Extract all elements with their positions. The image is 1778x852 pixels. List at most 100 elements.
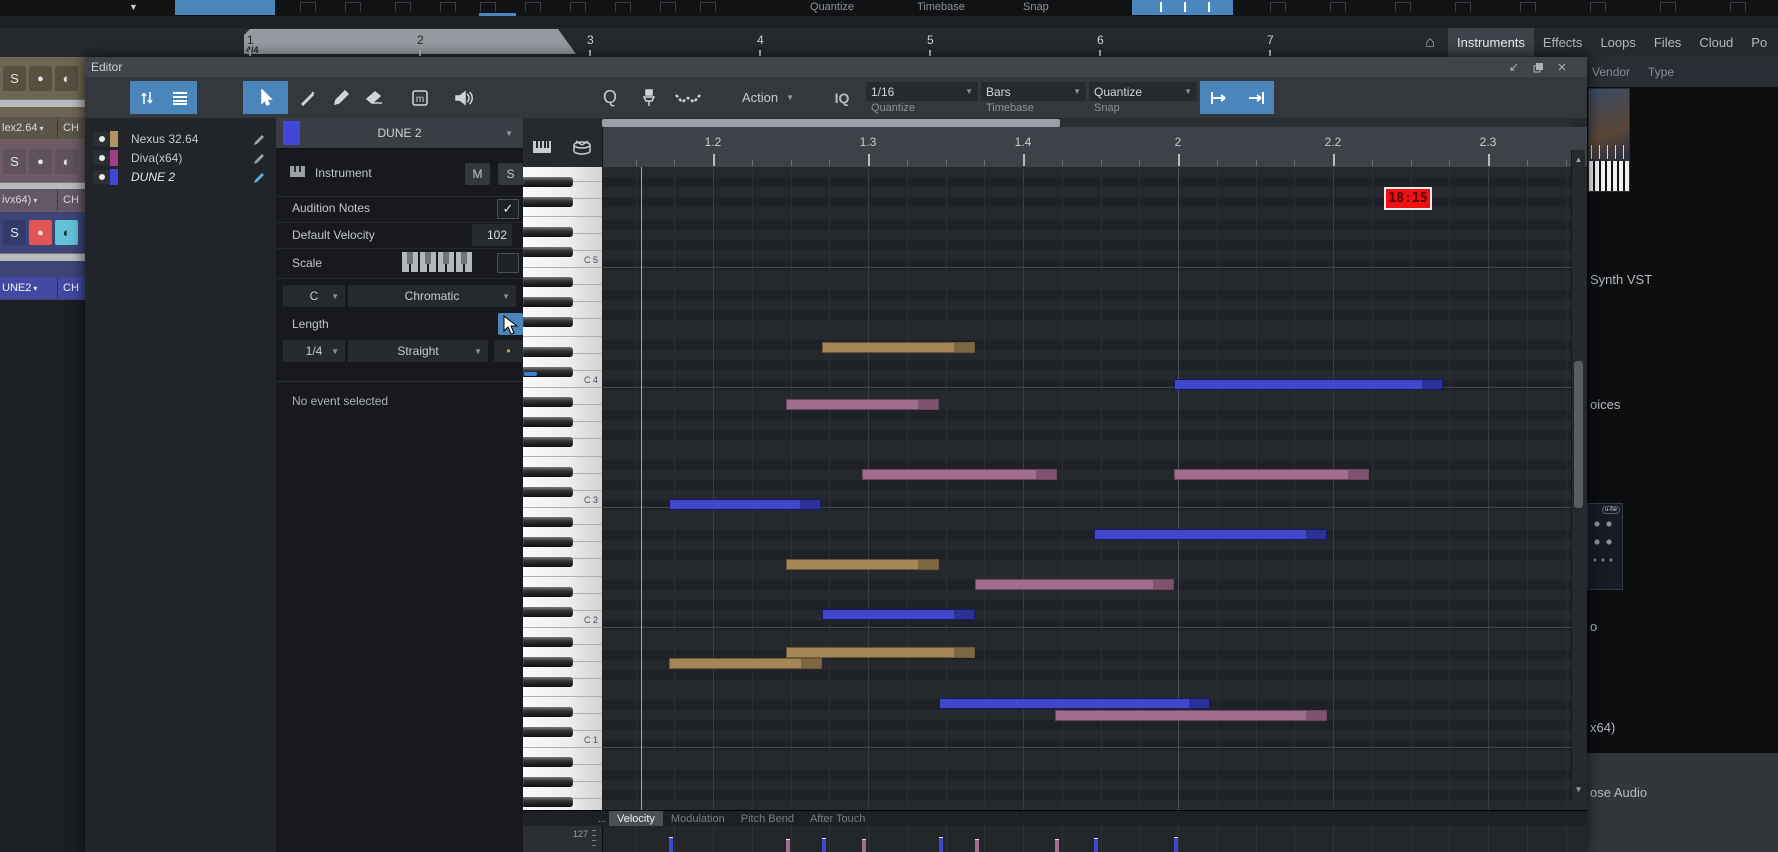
browser-item-text[interactable]: Synth VST	[1590, 272, 1652, 287]
action-menu[interactable]: Action ▼	[733, 81, 803, 114]
midi-note[interactable]	[939, 698, 1210, 709]
velocity-bar[interactable]	[975, 839, 979, 852]
browser-item-text[interactable]: x64)	[1590, 720, 1615, 735]
macro-tool-icon[interactable]	[637, 81, 661, 114]
black-key[interactable]	[523, 317, 573, 327]
black-key[interactable]	[523, 607, 573, 617]
instrument-selector[interactable]: DUNE 2 ▼	[276, 118, 523, 149]
mute-tool-button[interactable]: m	[400, 81, 440, 114]
keyboard-view-icon[interactable]	[533, 141, 552, 153]
track-visible-toggle[interactable]	[93, 132, 110, 146]
default-velocity-value[interactable]: 102	[472, 224, 512, 246]
track-name-row[interactable]: ivx64) ▾ CH	[0, 189, 85, 211]
velocity-bar[interactable]	[939, 837, 943, 852]
black-key[interactable]	[523, 417, 573, 427]
velocity-bar[interactable]	[786, 839, 790, 852]
midi-note[interactable]	[822, 609, 975, 620]
lane-more-button[interactable]: ...	[595, 811, 609, 827]
track-visible-toggle[interactable]	[93, 170, 110, 184]
black-key[interactable]	[523, 467, 573, 477]
length-value-dropdown[interactable]: 1/4 ▼	[283, 340, 345, 362]
scroll-down-icon[interactable]: ▼	[1572, 782, 1585, 796]
browser-tab-cloud[interactable]: Cloud	[1690, 28, 1742, 57]
black-key[interactable]	[523, 537, 573, 547]
scroll-up-icon[interactable]: ▲	[1572, 152, 1585, 166]
monitor-button[interactable]: ◐	[55, 149, 78, 174]
velocity-bar[interactable]	[862, 839, 866, 852]
browser-tab-files[interactable]: Files	[1645, 28, 1690, 57]
black-key[interactable]	[523, 487, 573, 497]
hscrollbar-thumb[interactable]	[602, 119, 1060, 127]
black-key[interactable]	[523, 677, 573, 687]
midi-note[interactable]	[786, 399, 939, 410]
velocity-bar[interactable]	[822, 838, 826, 852]
velocity-bar[interactable]	[669, 837, 673, 852]
solo-button[interactable]: S	[3, 220, 26, 245]
track-fader-strip[interactable]	[0, 99, 85, 107]
select-tool-button[interactable]	[243, 81, 288, 114]
scale-type-dropdown[interactable]: Chromatic ▼	[348, 285, 516, 307]
detach-icon[interactable]: ↙	[1505, 59, 1523, 75]
solo-button[interactable]: S	[3, 149, 26, 174]
black-key[interactable]	[523, 197, 573, 207]
lane-tab-after-touch[interactable]: After Touch	[802, 811, 873, 827]
root-note-dropdown[interactable]: C ▼	[283, 285, 345, 307]
timebase-dropdown[interactable]: Bars ▼	[981, 82, 1086, 101]
browser-item-text[interactable]: oices	[1590, 397, 1620, 412]
piano-roll-vscrollbar[interactable]: ▲ ▼	[1571, 150, 1585, 800]
arrangement-part-capsule[interactable]	[244, 29, 576, 54]
plugin-thumbnail[interactable]: u-he	[1587, 503, 1623, 590]
velocity-bar[interactable]	[1174, 837, 1178, 852]
black-key[interactable]	[523, 707, 573, 717]
record-arm-button[interactable]: ●	[29, 149, 52, 174]
type-column-header[interactable]: Type	[1648, 65, 1674, 79]
midi-note[interactable]	[786, 647, 975, 658]
editor-track-row[interactable]: Nexus 32.64	[85, 130, 276, 149]
snap-mode-dropdown[interactable]: Quantize ▼	[1089, 82, 1197, 101]
midi-note[interactable]	[669, 658, 822, 669]
midi-note[interactable]	[786, 559, 939, 570]
midi-note[interactable]	[1094, 529, 1327, 540]
midi-note[interactable]	[822, 342, 975, 353]
midi-note[interactable]	[1174, 469, 1369, 480]
black-key[interactable]	[523, 397, 573, 407]
instrument-thumbnail[interactable]	[1588, 88, 1630, 192]
editor-title-bar[interactable]: Editor ↙ ×	[85, 57, 1587, 77]
monitor-button[interactable]: ◐	[55, 66, 78, 91]
curve-tool-icon[interactable]	[670, 81, 706, 114]
vendor-column-header[interactable]: Vendor	[1592, 65, 1630, 79]
vscrollbar-thumb[interactable]	[1574, 361, 1583, 508]
track-fader-strip[interactable]	[0, 253, 85, 261]
lane-tab-velocity[interactable]: Velocity	[609, 811, 663, 827]
velocity-lane[interactable]: 127	[523, 826, 1587, 852]
dropdown-caret-icon[interactable]: ▼	[129, 2, 138, 12]
drum-view-icon[interactable]	[572, 139, 592, 155]
quantize-q-button[interactable]: Q	[597, 81, 623, 114]
record-arm-button[interactable]: ●	[29, 220, 52, 245]
scale-keyboard-widget[interactable]	[402, 252, 476, 274]
input-quantize-toggle[interactable]: IQ	[827, 81, 857, 114]
mute-button[interactable]: M	[465, 163, 490, 185]
black-key[interactable]	[523, 177, 573, 187]
browser-tab-loops[interactable]: Loops	[1591, 28, 1644, 57]
quantize-value-dropdown[interactable]: 1/16 ▼	[866, 82, 978, 101]
black-key[interactable]	[523, 277, 573, 287]
trim-start-button[interactable]	[1200, 81, 1237, 114]
velocity-bar[interactable]	[1055, 839, 1059, 852]
solo-button[interactable]: S	[3, 66, 26, 91]
black-key[interactable]	[523, 657, 573, 667]
browser-sort-header[interactable]: Vendor Type	[1587, 57, 1778, 87]
sort-tracks-button[interactable]	[130, 81, 163, 114]
lane-tab-modulation[interactable]: Modulation	[663, 811, 733, 827]
track-visible-toggle[interactable]	[93, 151, 110, 165]
home-icon[interactable]: ⌂	[1412, 28, 1448, 57]
listen-tool-button[interactable]	[445, 81, 482, 114]
browser-tab-po[interactable]: Po	[1742, 28, 1776, 57]
record-arm-button[interactable]: ●	[29, 66, 52, 91]
editor-track-row[interactable]: Diva(x64)	[85, 149, 276, 168]
float-icon[interactable]	[1529, 59, 1547, 75]
track-name-row[interactable]: lex2.64 ▾ CH	[0, 117, 85, 139]
piano-roll-hscrollbar[interactable]	[602, 119, 1571, 127]
arrange-timeline-ruler[interactable]: 4/4 1234567	[0, 28, 1412, 78]
piano-keyboard[interactable]: C 5C 4C 3C 2C 1	[523, 167, 603, 810]
